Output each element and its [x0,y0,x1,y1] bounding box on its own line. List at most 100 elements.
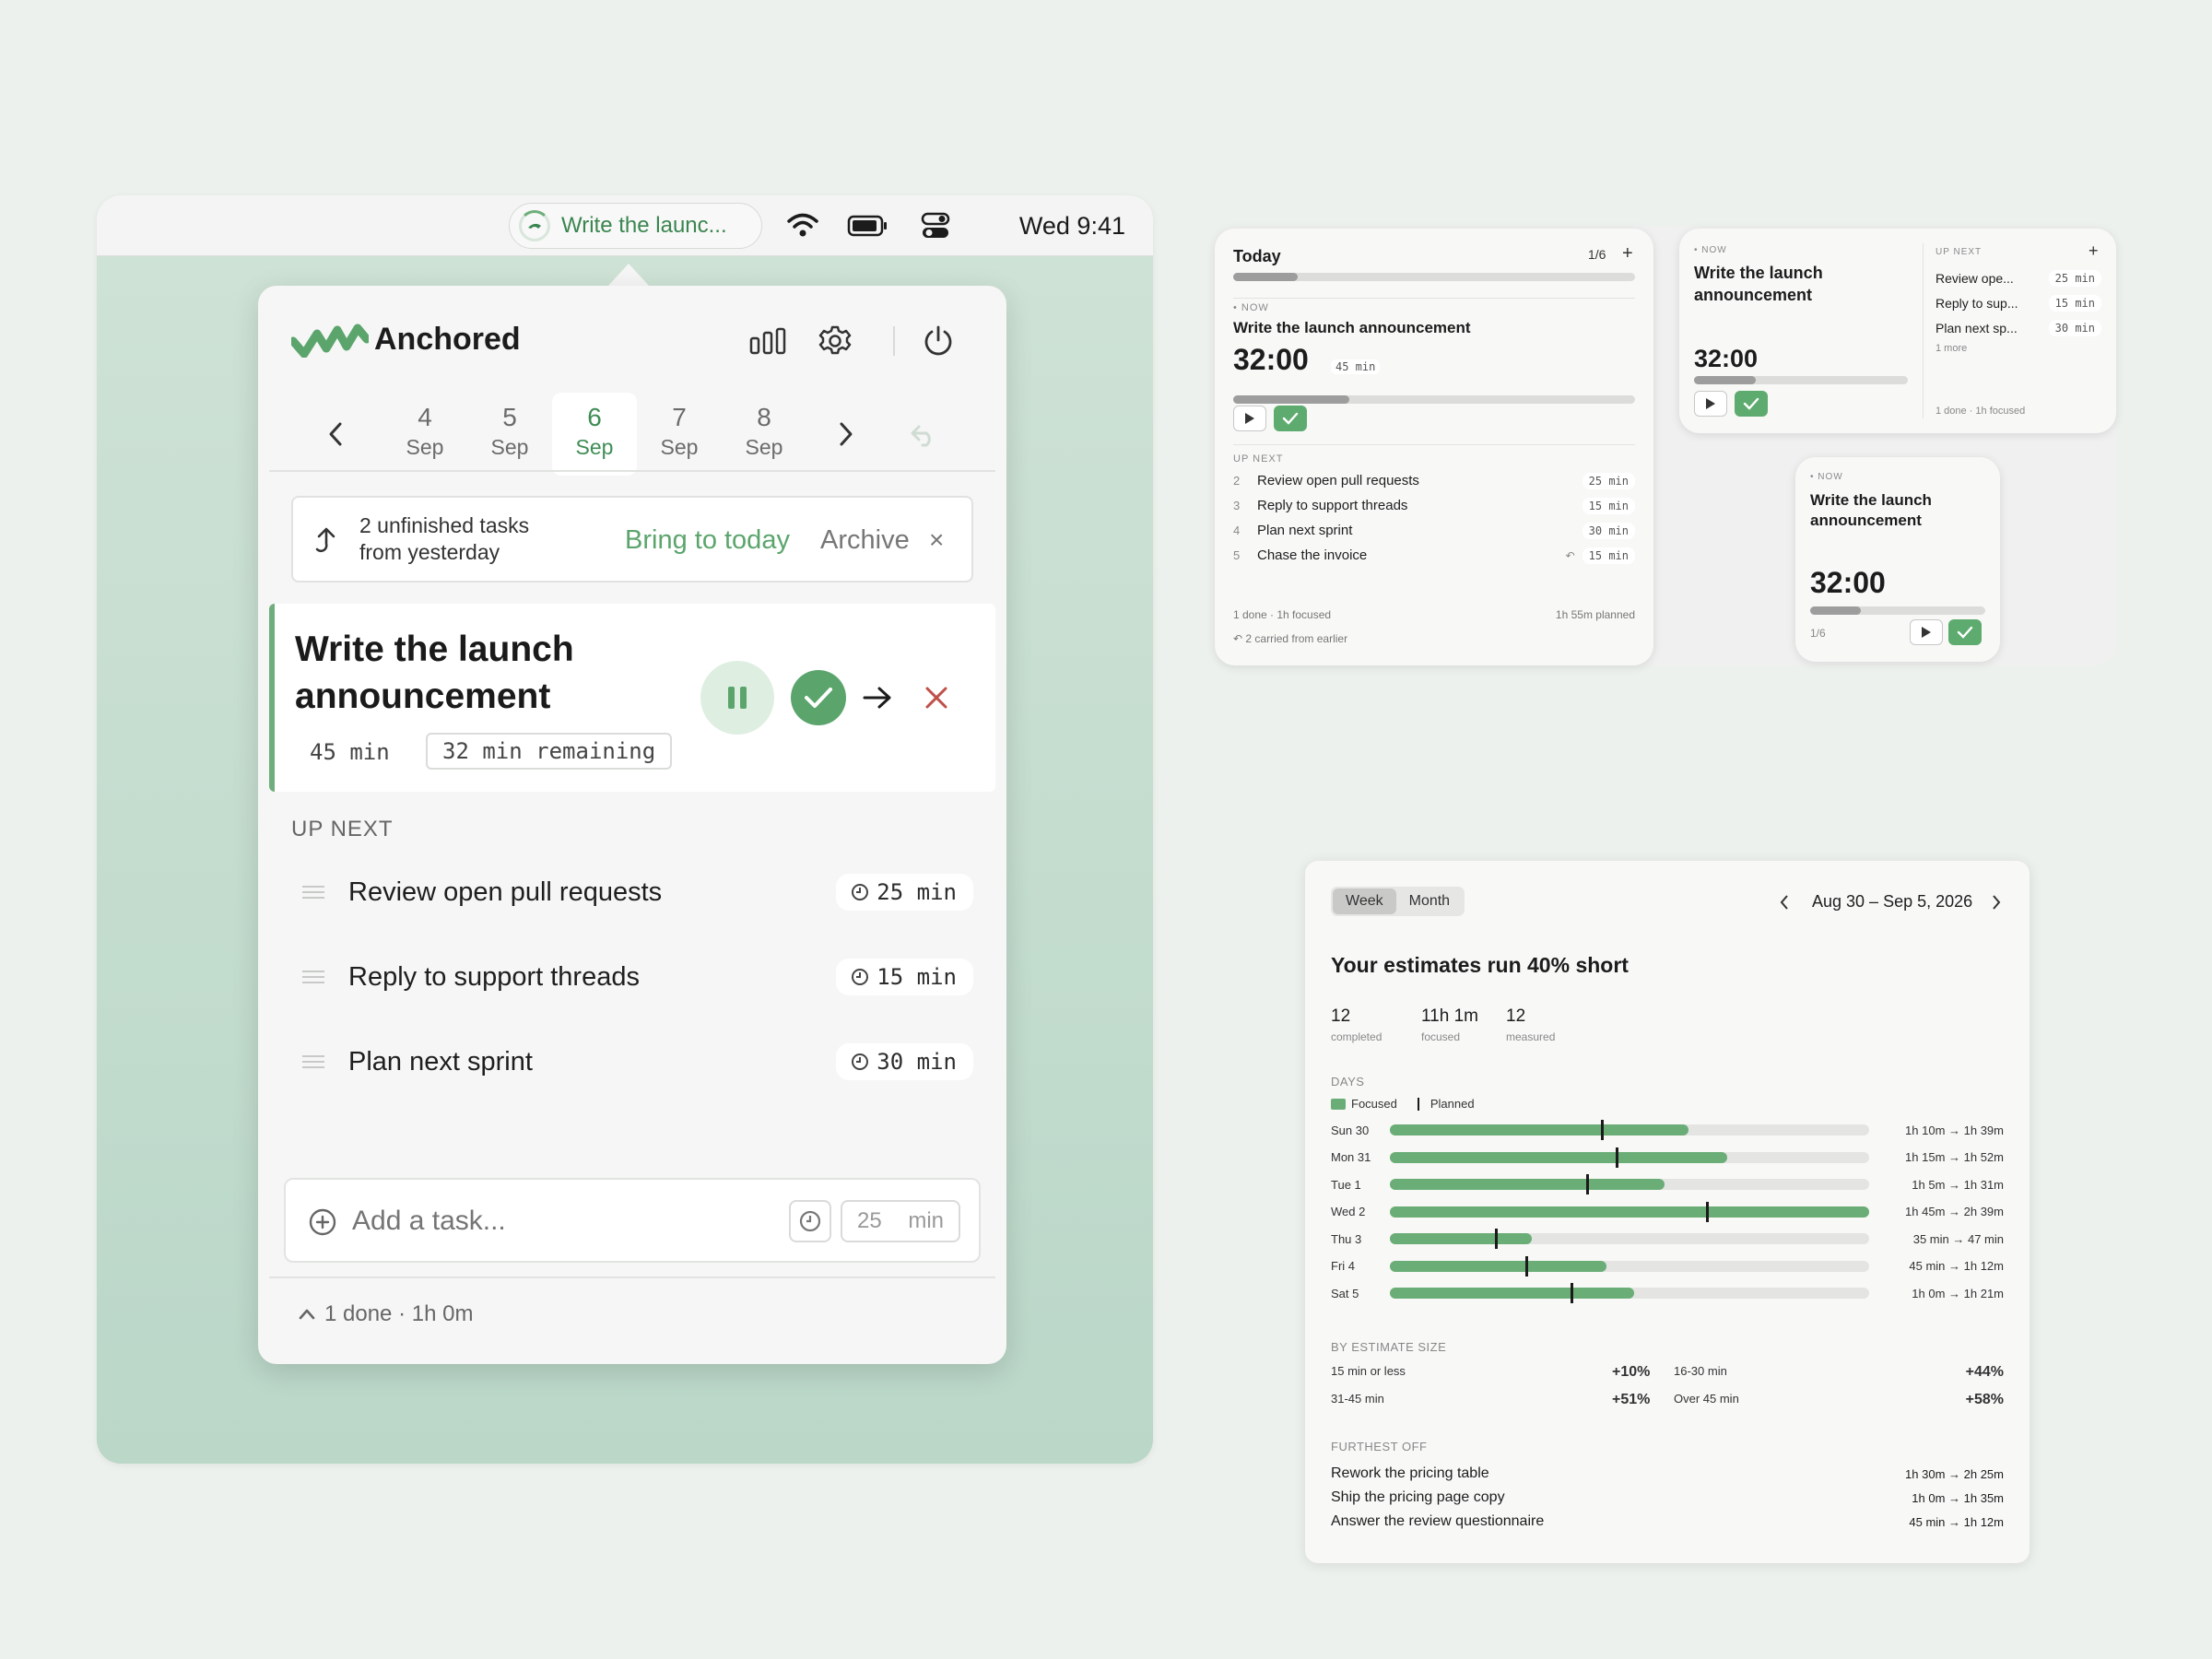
return-to-today-icon[interactable] [905,417,942,453]
complete-button[interactable] [791,670,846,725]
date-sep-4[interactable]: 4 Sep [382,393,467,476]
plus-circle-icon[interactable] [308,1207,337,1237]
banner-message: 2 unfinished tasks from yesterday [359,512,529,566]
list-item[interactable]: 3 Reply to support threads 15 min [1233,493,1635,518]
stats-icon[interactable] [747,323,791,359]
bring-to-today-button[interactable]: Bring to today [625,525,790,556]
date-sep-7[interactable]: 7 Sep [637,393,722,476]
date-sep-5[interactable]: 5 Sep [467,393,552,476]
archive-button[interactable]: Archive [820,525,910,556]
complete-button[interactable] [1274,406,1307,431]
stat-measured: 12 measured [1506,1006,1555,1043]
add-task-input[interactable] [352,1202,721,1241]
carry-over-icon [313,525,339,555]
complete-button[interactable] [1735,391,1768,417]
drag-handle-icon[interactable] [302,967,324,987]
play-button[interactable] [1910,619,1943,645]
list-item[interactable]: Ship the pricing page copy 1h 0m → 1h 35m [1331,1486,2004,1510]
planned-marker [1525,1255,1529,1277]
timer-progress-fill [1810,606,1862,615]
list-item[interactable]: Rework the pricing table 1h 30m → 2h 25m [1331,1462,2004,1486]
focused-bar [1390,1260,1607,1272]
day-value: 45 min → 1h 12m [1909,1259,2004,1273]
popover-arrow [606,264,651,288]
duration-field[interactable]: 25 min [841,1200,960,1242]
day-progress-fill [1233,273,1298,281]
add-button[interactable]: + [1622,243,1633,265]
prev-period-button[interactable] [1779,894,1790,911]
date-sep-8[interactable]: 8 Sep [722,393,806,476]
duration-clock-button[interactable] [789,1200,831,1242]
now-text: NOW [1818,472,1843,482]
now-dot-icon: • [1233,302,1241,313]
next-period-button[interactable] [1991,894,2002,911]
list-item[interactable]: Reply to support threads 15 min [291,944,973,1010]
control-center-icon[interactable] [921,212,950,240]
drag-handle-icon[interactable] [302,1052,324,1072]
timer-progress-fill [1694,376,1757,384]
list-item[interactable]: 2 Review open pull requests 25 min [1233,468,1635,493]
done-summary-toggle[interactable]: 1 done · 1h 0m [299,1301,473,1327]
battery-icon[interactable] [847,214,889,238]
date-sep-6-selected[interactable]: 6 Sep [552,393,637,476]
task-name: Chase the invoice [1257,547,1368,563]
complete-button[interactable] [1948,619,1982,645]
next-day-button[interactable] [828,411,865,457]
skip-button[interactable] [859,681,896,714]
size-label: 15 min or less [1331,1364,1406,1378]
day-value: 1h 5m → 1h 31m [1912,1177,2004,1192]
timer: 32:00 [1810,566,1886,599]
duration-unit: min [908,1208,944,1233]
date-month: Sep [660,435,699,459]
prev-day-button[interactable] [317,411,354,457]
period-segmented-control: Week Month [1331,887,1465,916]
task-duration: 15 min [2048,294,2101,312]
pause-button[interactable] [700,661,774,735]
list-item[interactable]: Plan next sp... 30 min [1936,315,2101,340]
check-icon [1957,626,1973,639]
list-item[interactable]: Answer the review questionnaire 45 min → … [1331,1510,2004,1534]
wifi-icon[interactable] [786,212,819,238]
planned-marker [1616,1147,1619,1168]
time-remaining: 32 min remaining [426,733,673,770]
add-button[interactable]: + [2088,241,2099,261]
remove-task-button[interactable] [920,681,953,714]
list-item[interactable]: 5 Chase the invoice ↶ 15 min [1233,543,1635,568]
now-task: Write the launch announcement [1810,490,1932,531]
list-item[interactable]: Reply to sup... 15 min [1936,290,2101,315]
power-icon[interactable] [918,321,959,361]
task-estimate: 45 min [310,739,390,765]
day-progress [1233,273,1635,281]
medium-widget: • NOW Write the launch announcement 32:0… [1679,229,2116,433]
dismiss-banner-button[interactable]: × [929,525,944,555]
task-duration-chip[interactable]: 30 min [836,1043,973,1080]
list-item[interactable]: Plan next sprint 30 min [291,1029,973,1095]
widget-footer-right: 1h 55m planned [1555,608,1635,621]
now-label: • NOW [1694,245,1727,255]
day-bar-track [1390,1229,1869,1249]
list-item[interactable]: 4 Plan next sprint 30 min [1233,518,1635,543]
gear-icon[interactable] [815,321,855,361]
tab-month[interactable]: Month [1396,888,1463,914]
task-name: Ship the pricing page copy [1331,1489,1505,1505]
drag-handle-icon[interactable] [302,882,324,902]
divider [1233,298,1635,299]
menubar-app-item[interactable]: Write the launc... [509,203,762,249]
task-duration-chip[interactable]: 15 min [836,959,973,995]
date-strip: 4 Sep 5 Sep 6 Sep 7 Sep 8 Sep [382,393,806,476]
list-item[interactable]: Review open pull requests 25 min [291,859,973,925]
stat-completed: 12 completed [1331,1006,1382,1043]
task-duration: 30 min [877,1049,957,1075]
tab-week[interactable]: Week [1333,888,1396,914]
now-text: NOW [1241,302,1269,313]
desktop-preview: Write the launc... Wed 9:41 Anchored 4 S… [97,195,1153,1464]
play-button[interactable] [1694,391,1727,417]
task-duration-chip[interactable]: 25 min [836,874,973,911]
focused-bar [1390,1233,1532,1244]
widget-footer: 1 done · 1h focused [1936,406,2026,417]
stat-label: measured [1506,1030,1556,1043]
legend-swatch-focused [1331,1098,1346,1110]
list-item[interactable]: Review ope... 25 min [1936,265,2101,290]
carried-summary: ↶ 2 carried from earlier [1233,632,1347,645]
play-button[interactable] [1233,406,1266,431]
